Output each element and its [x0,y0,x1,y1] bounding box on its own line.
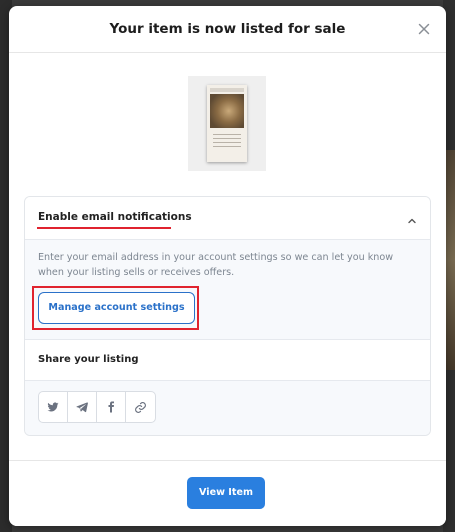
modal-footer: View Item [9,460,446,526]
link-icon[interactable] [126,392,155,422]
share-button-group [38,391,156,423]
email-notifications-header[interactable]: Enable email notifications [25,197,430,240]
manage-account-settings-button[interactable]: Manage account settings [38,292,195,324]
twitter-icon[interactable] [39,392,68,422]
notifications-share-panel: Enable email notifications Enter your em… [24,196,431,436]
book-cover-image [207,85,247,162]
facebook-icon[interactable] [97,392,126,422]
telegram-icon[interactable] [68,392,97,422]
email-notifications-description: Enter your email address in your account… [38,252,394,278]
modal-header: Your item is now listed for sale [9,6,446,53]
share-listing-body [25,381,430,435]
share-listing-header: Share your listing [25,340,430,381]
annotation-underline [37,227,171,229]
page-backdrop-artwork [446,150,455,370]
email-notifications-heading: Enable email notifications [38,211,192,223]
listing-success-modal: Your item is now listed for sale Enable … [9,6,446,526]
chevron-up-icon[interactable] [406,212,418,224]
close-icon[interactable] [416,21,432,37]
view-item-button[interactable]: View Item [187,477,265,509]
item-thumbnail [188,76,266,171]
modal-title: Your item is now listed for sale [109,21,346,37]
share-listing-heading: Share your listing [38,354,139,365]
email-notifications-body: Enter your email address in your account… [25,240,430,340]
